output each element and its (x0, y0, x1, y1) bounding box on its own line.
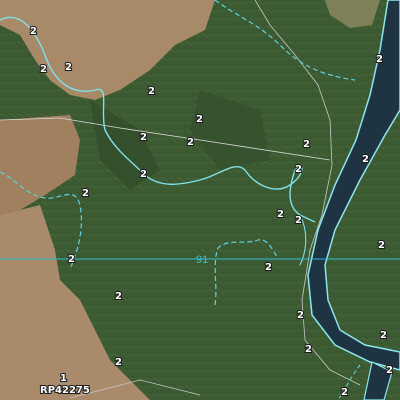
stream-order-label: 2 (265, 262, 272, 273)
stream-order-label: 2 (305, 344, 312, 355)
stream-order-label: 2 (303, 139, 310, 150)
stream-order-label: 2 (115, 291, 122, 302)
stream-order-label: 2 (65, 62, 72, 73)
grid-label: 91 (196, 254, 208, 266)
stream-order-label: 2 (30, 26, 37, 37)
stream-order-label: 2 (386, 365, 393, 376)
map-canvas: 91 2 2 2 2 2 2 2 2 2 2 2 2 2 2 2 2 2 2 2… (0, 0, 400, 400)
stream-order-label: 2 (82, 188, 89, 199)
stream-order-label: 2 (148, 86, 155, 97)
stream-order-label: 2 (295, 215, 302, 226)
map-view[interactable]: 91 2 2 2 2 2 2 2 2 2 2 2 2 2 2 2 2 2 2 2… (0, 0, 400, 400)
stream-order-label: 2 (341, 387, 348, 398)
stream-order-label: 2 (140, 132, 147, 143)
stream-order-label: 2 (68, 254, 75, 265)
stream-order-label: 2 (115, 357, 122, 368)
stream-order-label: 2 (297, 310, 304, 321)
stream-order-label: 2 (380, 330, 387, 341)
stream-order-label: 2 (187, 137, 194, 148)
stream-order-label: 2 (362, 154, 369, 165)
lot-number: 1 (60, 373, 67, 384)
stream-order-label: 2 (376, 54, 383, 65)
plan-label: RP42275 (40, 385, 90, 396)
stream-order-label: 2 (277, 209, 284, 220)
stream-order-label: 2 (196, 114, 203, 125)
stream-order-label: 2 (40, 64, 47, 75)
stream-order-label: 2 (140, 169, 147, 180)
stream-order-label: 2 (378, 240, 385, 251)
stream-order-label: 2 (295, 164, 302, 175)
